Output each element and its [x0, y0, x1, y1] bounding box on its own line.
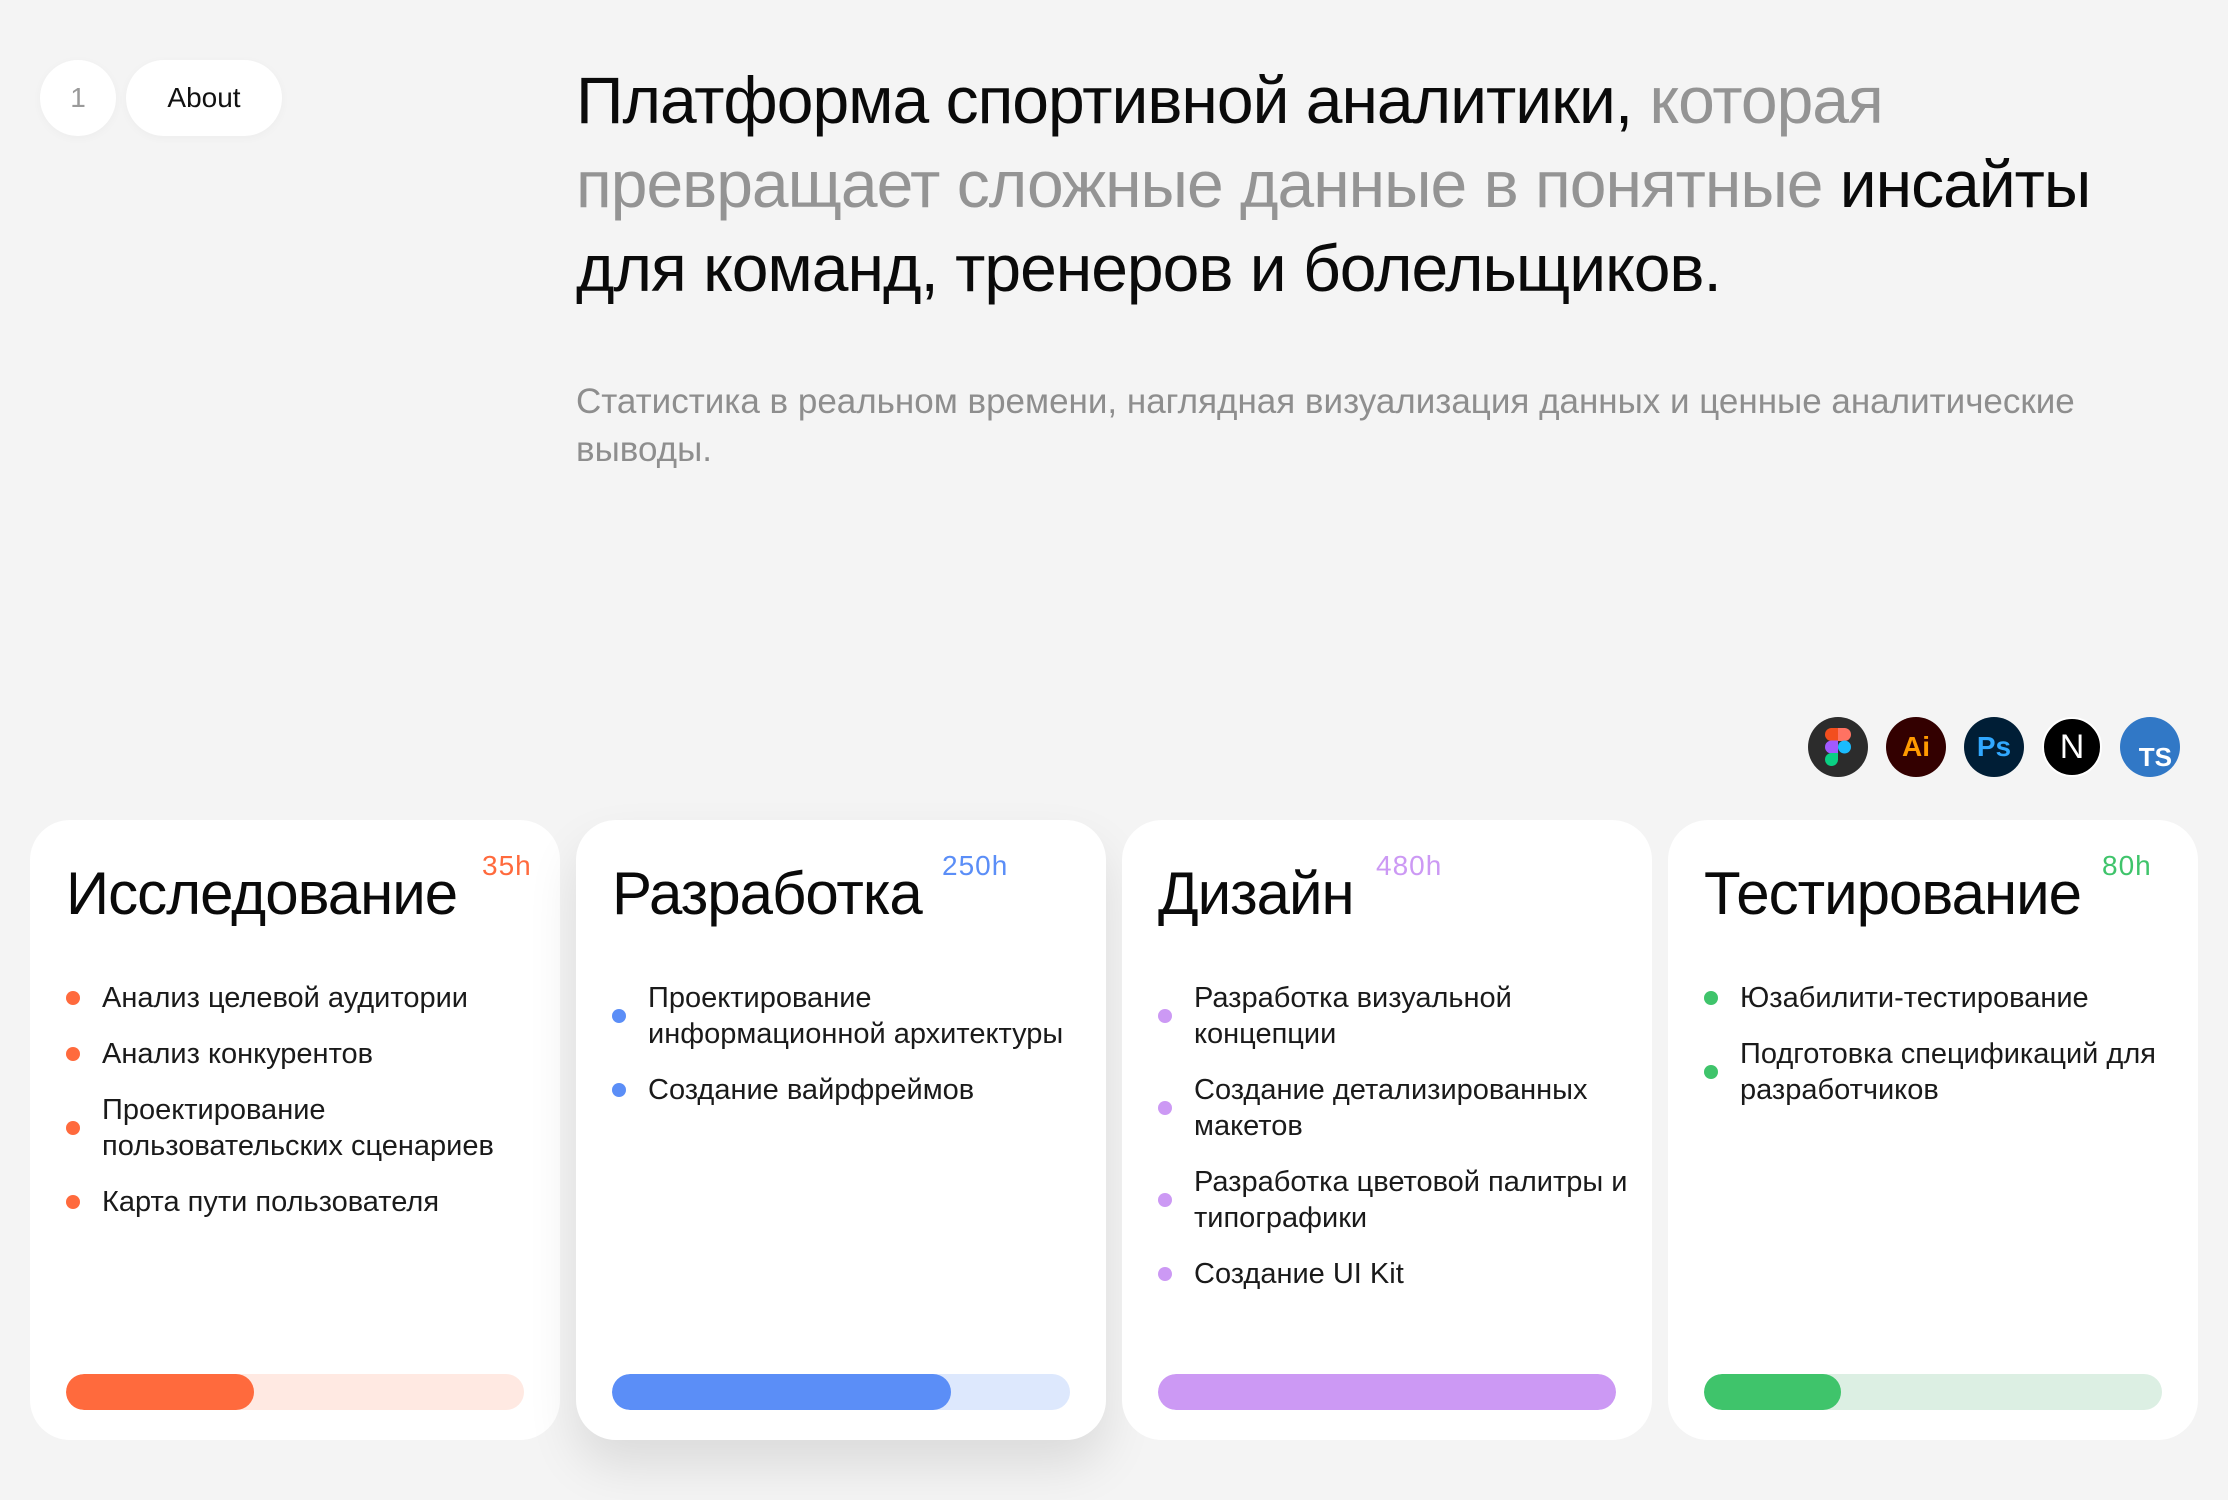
card-item-list: Юзабилити-тестирование Подготовка специф…	[1704, 980, 2178, 1128]
card-testing: Тестирование 80h Юзабилити-тестирование …	[1668, 820, 2198, 1440]
list-item: Создание вайрфреймов	[612, 1072, 1086, 1108]
bullet-dot	[66, 1195, 80, 1209]
list-item-text: Создание вайрфреймов	[648, 1074, 975, 1106]
progress-fill	[1704, 1374, 1842, 1410]
list-item-text: Создание детализированных макетов	[1194, 1074, 1588, 1142]
bullet-dot	[1158, 1009, 1172, 1023]
illustrator-icon: Ai	[1886, 717, 1946, 777]
bullet-dot	[1158, 1101, 1172, 1115]
phase-cards: Исследование 35h Анализ целевой аудитори…	[30, 820, 2198, 1440]
bullet-dot	[66, 1047, 80, 1061]
bullet-dot	[1158, 1267, 1172, 1281]
list-item-text: Карта пути пользователя	[102, 1186, 440, 1218]
bullet-dot	[66, 1121, 80, 1135]
about-button[interactable]: About	[126, 60, 282, 136]
bullet-dot	[1704, 1065, 1718, 1079]
list-item-text: Создание UI Kit	[1194, 1258, 1404, 1290]
card-item-list: Проектирование информационной архитектур…	[612, 980, 1086, 1128]
card-item-list: Анализ целевой аудитории Анализ конкурен…	[66, 980, 540, 1240]
bullet-dot	[66, 991, 80, 1005]
list-item: Анализ целевой аудитории	[66, 980, 540, 1016]
photoshop-icon: Ps	[1964, 717, 2024, 777]
bullet-dot	[612, 1083, 626, 1097]
typescript-icon-label: TS	[2138, 742, 2172, 772]
card-title: Дизайн	[1158, 860, 1355, 927]
card-design: Дизайн 480h Разработка визуальной концеп…	[1122, 820, 1652, 1440]
list-item-text: Юзабилити-тестирование	[1740, 982, 2089, 1014]
card-item-list: Разработка визуальной концепции Создание…	[1158, 980, 1632, 1312]
tool-icons: Ai Ps N TS	[1808, 717, 2180, 777]
typescript-icon: TS	[2120, 717, 2180, 777]
card-hours: 80h	[2102, 850, 2152, 881]
list-item: Подготовка спецификаций для разработчико…	[1704, 1036, 2178, 1108]
list-item-text: Анализ целевой аудитории	[102, 982, 468, 1014]
progress-bar	[66, 1374, 524, 1410]
progress-bar	[1704, 1374, 2162, 1410]
subtitle: Статистика в реальном времени, наглядная…	[576, 382, 2075, 469]
progress-bar	[612, 1374, 1070, 1410]
progress-fill	[66, 1374, 254, 1410]
list-item: Разработка визуальной концепции	[1158, 980, 1632, 1052]
progress-bar	[1158, 1374, 1616, 1410]
figma-icon	[1808, 717, 1868, 777]
section-number: 1	[40, 60, 116, 136]
list-item-text: Разработка цветовой палитры и типографик…	[1194, 1166, 1628, 1234]
list-item-text: Анализ конкурентов	[102, 1038, 374, 1070]
progress-fill	[612, 1374, 951, 1410]
bullet-dot	[1704, 991, 1718, 1005]
bullet-dot	[1158, 1193, 1172, 1207]
card-hours: 250h	[942, 850, 1009, 881]
headline: Платформа спортивной аналитики, которая …	[576, 58, 2136, 310]
card-hours: 35h	[482, 850, 532, 881]
list-item-text: Проектирование пользовательских сценарие…	[102, 1094, 494, 1162]
bullet-dot	[612, 1009, 626, 1023]
list-item-text: Разработка визуальной концепции	[1194, 982, 1512, 1050]
list-item: Создание UI Kit	[1158, 1256, 1632, 1292]
list-item: Карта пути пользователя	[66, 1184, 540, 1220]
card-title: Разработка	[612, 860, 923, 927]
card-development: Разработка 250h Проектирование информаци…	[576, 820, 1106, 1440]
progress-fill	[1158, 1374, 1616, 1410]
nextjs-icon: N	[2042, 717, 2102, 777]
card-title: Тестирование	[1704, 860, 2082, 927]
list-item: Анализ конкурентов	[66, 1036, 540, 1072]
headline-part-1: Платформа спортивной аналитики,	[576, 63, 1633, 137]
card-title: Исследование	[66, 860, 458, 927]
card-research: Исследование 35h Анализ целевой аудитори…	[30, 820, 560, 1440]
list-item-text: Проектирование информационной архитектур…	[648, 982, 1064, 1050]
list-item: Юзабилити-тестирование	[1704, 980, 2178, 1016]
list-item: Проектирование пользовательских сценарие…	[66, 1092, 540, 1164]
list-item: Создание детализированных макетов	[1158, 1072, 1632, 1144]
list-item-text: Подготовка спецификаций для разработчико…	[1740, 1038, 2156, 1106]
card-hours: 480h	[1376, 850, 1443, 881]
list-item: Проектирование информационной архитектур…	[612, 980, 1086, 1052]
list-item: Разработка цветовой палитры и типографик…	[1158, 1164, 1632, 1236]
